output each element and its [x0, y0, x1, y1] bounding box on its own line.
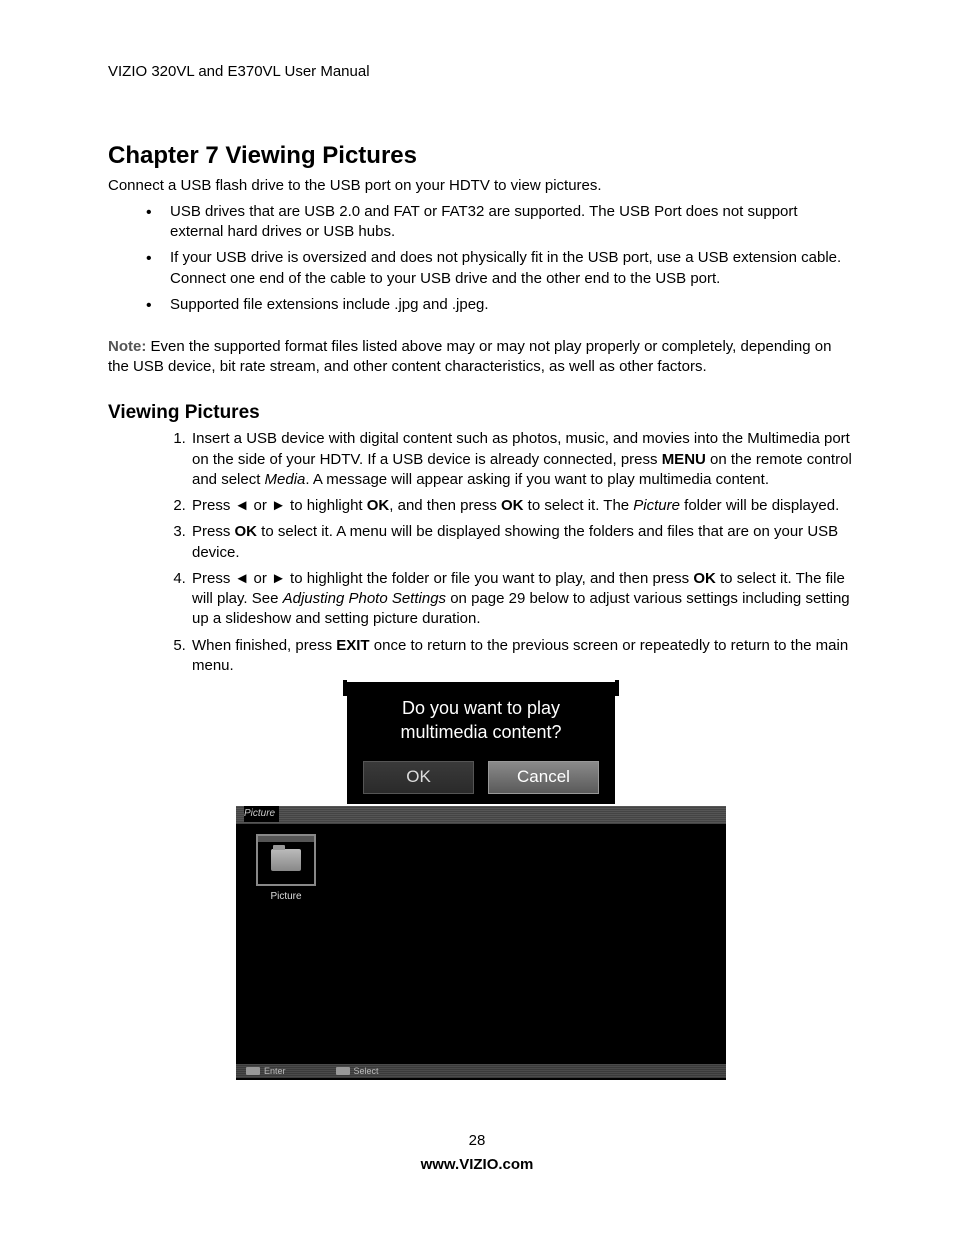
list-item: Press ◄ or ► to highlight the folder or …: [190, 569, 854, 630]
hint-label: Enter: [264, 1066, 286, 1076]
step-list: Insert a USB device with digital content…: [108, 429, 854, 676]
document-header: VIZIO 320VL and E370VL User Manual: [108, 62, 854, 82]
chapter-title: Chapter 7 Viewing Pictures: [108, 140, 854, 172]
note-body: Even the supported format files listed a…: [108, 338, 831, 375]
step-italic: Media: [265, 471, 306, 488]
dialog-line: multimedia content?: [400, 722, 561, 742]
ok-button[interactable]: OK: [363, 761, 474, 794]
step-text: to select it. The: [524, 497, 634, 514]
list-item: USB drives that are USB 2.0 and FAT or F…: [170, 202, 854, 243]
list-item: Supported file extensions include .jpg a…: [170, 295, 854, 315]
note-paragraph: Note: Even the supported format files li…: [108, 337, 854, 378]
list-item: Press OK to select it. A menu will be di…: [190, 522, 854, 563]
step-text: to select it. A menu will be displayed s…: [192, 523, 838, 560]
step-text: Press ◄ or ► to highlight: [192, 497, 367, 514]
folder-icon: [271, 849, 301, 871]
hint-label: Select: [354, 1066, 379, 1076]
intro-text: Connect a USB flash drive to the USB por…: [108, 176, 854, 196]
step-italic: Adjusting Photo Settings: [283, 590, 446, 607]
page-number: 28: [0, 1131, 954, 1151]
list-item: Insert a USB device with digital content…: [190, 429, 854, 490]
picture-browser: Picture Picture Enter Select: [236, 806, 726, 1080]
step-italic: Picture: [633, 497, 680, 514]
dialog-line: Do you want to play: [402, 698, 560, 718]
footer-url: www.VIZIO.com: [0, 1155, 954, 1175]
step-text: , and then press: [389, 497, 501, 514]
browser-hint-bar: Enter Select: [236, 1064, 726, 1078]
dialog-message: Do you want to play multimedia content?: [347, 696, 615, 745]
ok-key-icon: [246, 1067, 260, 1075]
picture-folder[interactable]: Picture: [256, 834, 316, 904]
note-label: Note:: [108, 338, 146, 355]
step-text: When finished, press: [192, 637, 336, 654]
step-text: Press: [192, 523, 235, 540]
bullet-list: USB drives that are USB 2.0 and FAT or F…: [108, 202, 854, 315]
hint-enter: Enter: [246, 1064, 286, 1078]
page-footer: 28 www.VIZIO.com: [0, 1131, 954, 1176]
browser-title: Picture: [244, 806, 279, 822]
dialog-button-row: OK Cancel: [347, 761, 615, 794]
step-bold: OK: [367, 497, 390, 514]
section-heading: Viewing Pictures: [108, 400, 854, 426]
step-bold: MENU: [662, 451, 706, 468]
step-text: Press ◄ or ► to highlight the folder or …: [192, 570, 693, 587]
step-text: folder will be displayed.: [680, 497, 839, 514]
step-bold: OK: [235, 523, 258, 540]
list-item: Press ◄ or ► to highlight OK, and then p…: [190, 496, 854, 516]
multimedia-dialog: Do you want to play multimedia content? …: [347, 682, 615, 804]
list-item: If your USB drive is oversized and does …: [170, 248, 854, 289]
list-item: When finished, press EXIT once to return…: [190, 636, 854, 677]
step-bold: EXIT: [336, 637, 369, 654]
step-text: . A message will appear asking if you wa…: [305, 471, 769, 488]
hint-select: Select: [336, 1064, 379, 1078]
step-bold: OK: [501, 497, 524, 514]
cancel-button[interactable]: Cancel: [488, 761, 599, 794]
step-bold: OK: [693, 570, 716, 587]
folder-thumbnail: [256, 834, 316, 886]
browser-title-bar: Picture: [236, 806, 726, 824]
arrow-keys-icon: [336, 1067, 350, 1075]
folder-label: Picture: [256, 890, 316, 904]
